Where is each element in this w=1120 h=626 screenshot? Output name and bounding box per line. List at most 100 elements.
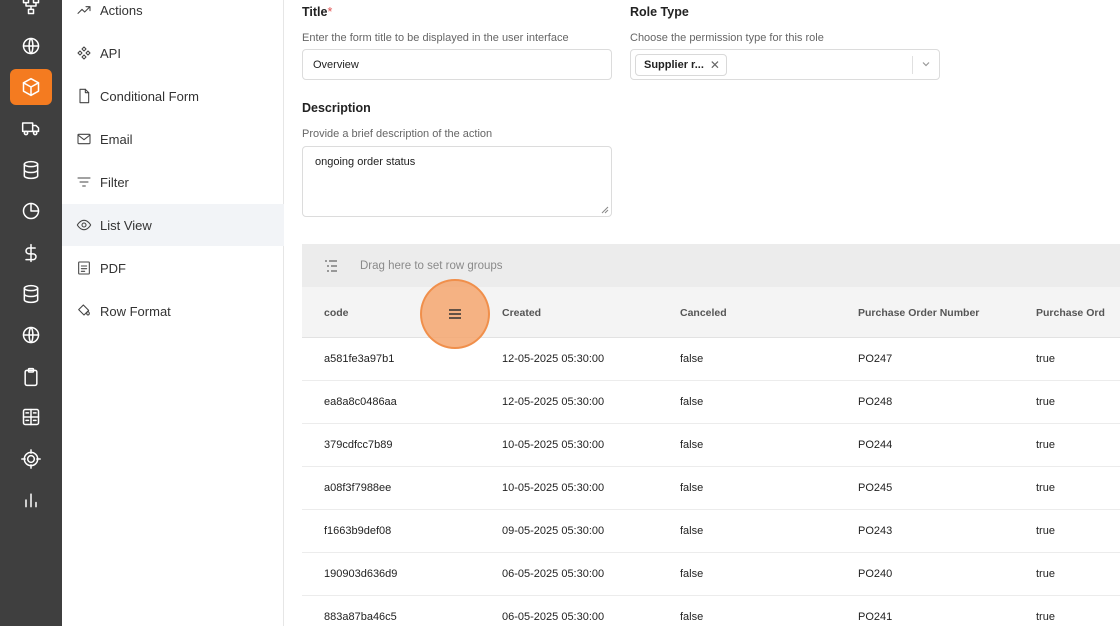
role-type-chip: Supplier r... ✕ bbox=[635, 53, 727, 76]
cell-po-number: PO243 bbox=[858, 525, 893, 537]
cell-code: f1663b9def08 bbox=[324, 525, 392, 537]
subnav-item-label: Email bbox=[100, 131, 133, 147]
rail-item-globe[interactable] bbox=[10, 28, 52, 64]
resize-handle-icon[interactable] bbox=[601, 206, 609, 214]
database-icon bbox=[23, 284, 39, 304]
title-input-value: Overview bbox=[313, 58, 359, 71]
subnav-item-email[interactable]: Email bbox=[62, 118, 284, 160]
subnav-item-label: Actions bbox=[100, 2, 143, 18]
description-value: ongoing order status bbox=[315, 156, 416, 168]
rail-item-dollar[interactable] bbox=[10, 235, 52, 271]
cell-created: 09-05-2025 05:30:00 bbox=[502, 525, 605, 537]
dollar-icon bbox=[25, 243, 37, 263]
column-header-created[interactable]: Created bbox=[502, 287, 541, 338]
column-header-canceled[interactable]: Canceled bbox=[680, 287, 727, 338]
rail-item-target[interactable] bbox=[10, 441, 52, 477]
title-label: Title* bbox=[302, 5, 332, 19]
role-type-chip-label: Supplier r... bbox=[644, 58, 704, 71]
table-row[interactable]: a581fe3a97b1 12-05-2025 05:30:00 false P… bbox=[302, 338, 1120, 381]
dashboard-icon bbox=[22, 408, 40, 426]
filter-icon bbox=[76, 174, 92, 190]
table-row[interactable]: a08f3f7988ee 10-05-2025 05:30:00 false P… bbox=[302, 467, 1120, 510]
subnav-item-label: Conditional Form bbox=[100, 88, 199, 104]
subnav-item-api[interactable]: API bbox=[62, 32, 284, 74]
cell-purchase-order: true bbox=[1036, 568, 1055, 580]
database-icon bbox=[23, 160, 39, 180]
table-row[interactable]: 883a87ba46c5 06-05-2025 05:30:00 false P… bbox=[302, 596, 1120, 626]
cell-canceled: false bbox=[680, 439, 704, 451]
target-icon bbox=[21, 449, 41, 469]
rail-item-truck[interactable] bbox=[10, 110, 52, 146]
rail-item-pie-chart[interactable] bbox=[10, 193, 52, 229]
hierarchy-icon bbox=[22, 0, 40, 15]
cell-created: 10-05-2025 05:30:00 bbox=[502, 439, 605, 451]
table-row[interactable]: 379cdfcc7b89 10-05-2025 05:30:00 false P… bbox=[302, 424, 1120, 467]
title-label-text: Title bbox=[302, 5, 328, 19]
role-type-select[interactable]: Supplier r... ✕ bbox=[630, 49, 940, 80]
document-icon bbox=[76, 88, 92, 104]
subnav-item-label: PDF bbox=[100, 260, 126, 276]
cell-created: 06-05-2025 05:30:00 bbox=[502, 611, 605, 623]
role-type-label: Role Type bbox=[630, 5, 689, 19]
cell-canceled: false bbox=[680, 525, 704, 537]
rail-item-globe-2[interactable] bbox=[10, 317, 52, 353]
cell-canceled: false bbox=[680, 482, 704, 494]
globe-icon bbox=[22, 37, 40, 55]
bar-chart-icon bbox=[25, 493, 37, 508]
description-hint: Provide a brief description of the actio… bbox=[302, 128, 493, 140]
cell-purchase-order: true bbox=[1036, 611, 1055, 623]
subnav-item-pdf[interactable]: PDF bbox=[62, 247, 284, 289]
subnav-item-row-format[interactable]: Row Format bbox=[62, 290, 284, 332]
cell-canceled: false bbox=[680, 568, 704, 580]
rail-item-bar-chart[interactable] bbox=[10, 482, 52, 518]
cell-code: a08f3f7988ee bbox=[324, 482, 392, 494]
description-label: Description bbox=[302, 101, 371, 115]
cell-code: a581fe3a97b1 bbox=[324, 353, 395, 365]
row-groups-icon bbox=[325, 259, 337, 272]
pie-chart-icon bbox=[22, 202, 40, 220]
column-header-purchase-order[interactable]: Purchase Ord bbox=[1036, 287, 1105, 338]
cell-canceled: false bbox=[680, 353, 704, 365]
table-row[interactable]: 190903d636d9 06-05-2025 05:30:00 false P… bbox=[302, 553, 1120, 596]
cell-po-number: PO248 bbox=[858, 396, 893, 408]
required-mark: * bbox=[327, 5, 333, 19]
subnav-item-actions[interactable]: Actions bbox=[62, 0, 284, 31]
column-menu-button[interactable] bbox=[420, 279, 490, 349]
cell-created: 10-05-2025 05:30:00 bbox=[502, 482, 605, 494]
rail-item-clipboard[interactable] bbox=[10, 359, 52, 395]
description-textarea[interactable]: ongoing order status bbox=[302, 146, 612, 217]
rail-item-database-2[interactable] bbox=[10, 276, 52, 312]
cell-canceled: false bbox=[680, 396, 704, 408]
title-input[interactable]: Overview bbox=[302, 49, 612, 80]
mail-icon bbox=[76, 131, 92, 147]
chevron-down-icon[interactable] bbox=[921, 59, 931, 69]
cell-po-number: PO247 bbox=[858, 353, 893, 365]
subnav-item-list-view[interactable]: List View bbox=[62, 204, 284, 246]
globe-icon bbox=[22, 326, 40, 344]
row-group-drop-zone[interactable]: Drag here to set row groups bbox=[302, 244, 1120, 287]
cell-code: ea8a8c0486aa bbox=[324, 396, 397, 408]
column-header-code[interactable]: code bbox=[324, 287, 349, 338]
eye-icon bbox=[76, 217, 92, 233]
cell-created: 06-05-2025 05:30:00 bbox=[502, 568, 605, 580]
table-row[interactable]: f1663b9def08 09-05-2025 05:30:00 false P… bbox=[302, 510, 1120, 553]
row-group-hint: Drag here to set row groups bbox=[360, 259, 503, 272]
cell-po-number: PO240 bbox=[858, 568, 893, 580]
chip-remove-icon[interactable]: ✕ bbox=[710, 58, 720, 72]
subnav-item-conditional-form[interactable]: Conditional Form bbox=[62, 75, 284, 117]
subnav-item-label: List View bbox=[100, 217, 152, 233]
subnav-item-label: API bbox=[100, 45, 121, 61]
rail-item-hierarchy[interactable] bbox=[10, 0, 52, 24]
menu-icon bbox=[449, 309, 461, 319]
clipboard-icon bbox=[24, 367, 38, 387]
role-type-hint: Choose the permission type for this role bbox=[630, 32, 824, 44]
rail-item-database[interactable] bbox=[10, 152, 52, 188]
cell-purchase-order: true bbox=[1036, 525, 1055, 537]
title-hint: Enter the form title to be displayed in … bbox=[302, 32, 569, 44]
subnav-item-filter[interactable]: Filter bbox=[62, 161, 284, 203]
column-header-purchase-order-number[interactable]: Purchase Order Number bbox=[858, 287, 979, 338]
rail-item-box[interactable] bbox=[10, 69, 52, 105]
rail-item-dashboard[interactable] bbox=[10, 399, 52, 435]
subnav-item-label: Filter bbox=[100, 174, 129, 190]
table-row[interactable]: ea8a8c0486aa 12-05-2025 05:30:00 false P… bbox=[302, 381, 1120, 424]
